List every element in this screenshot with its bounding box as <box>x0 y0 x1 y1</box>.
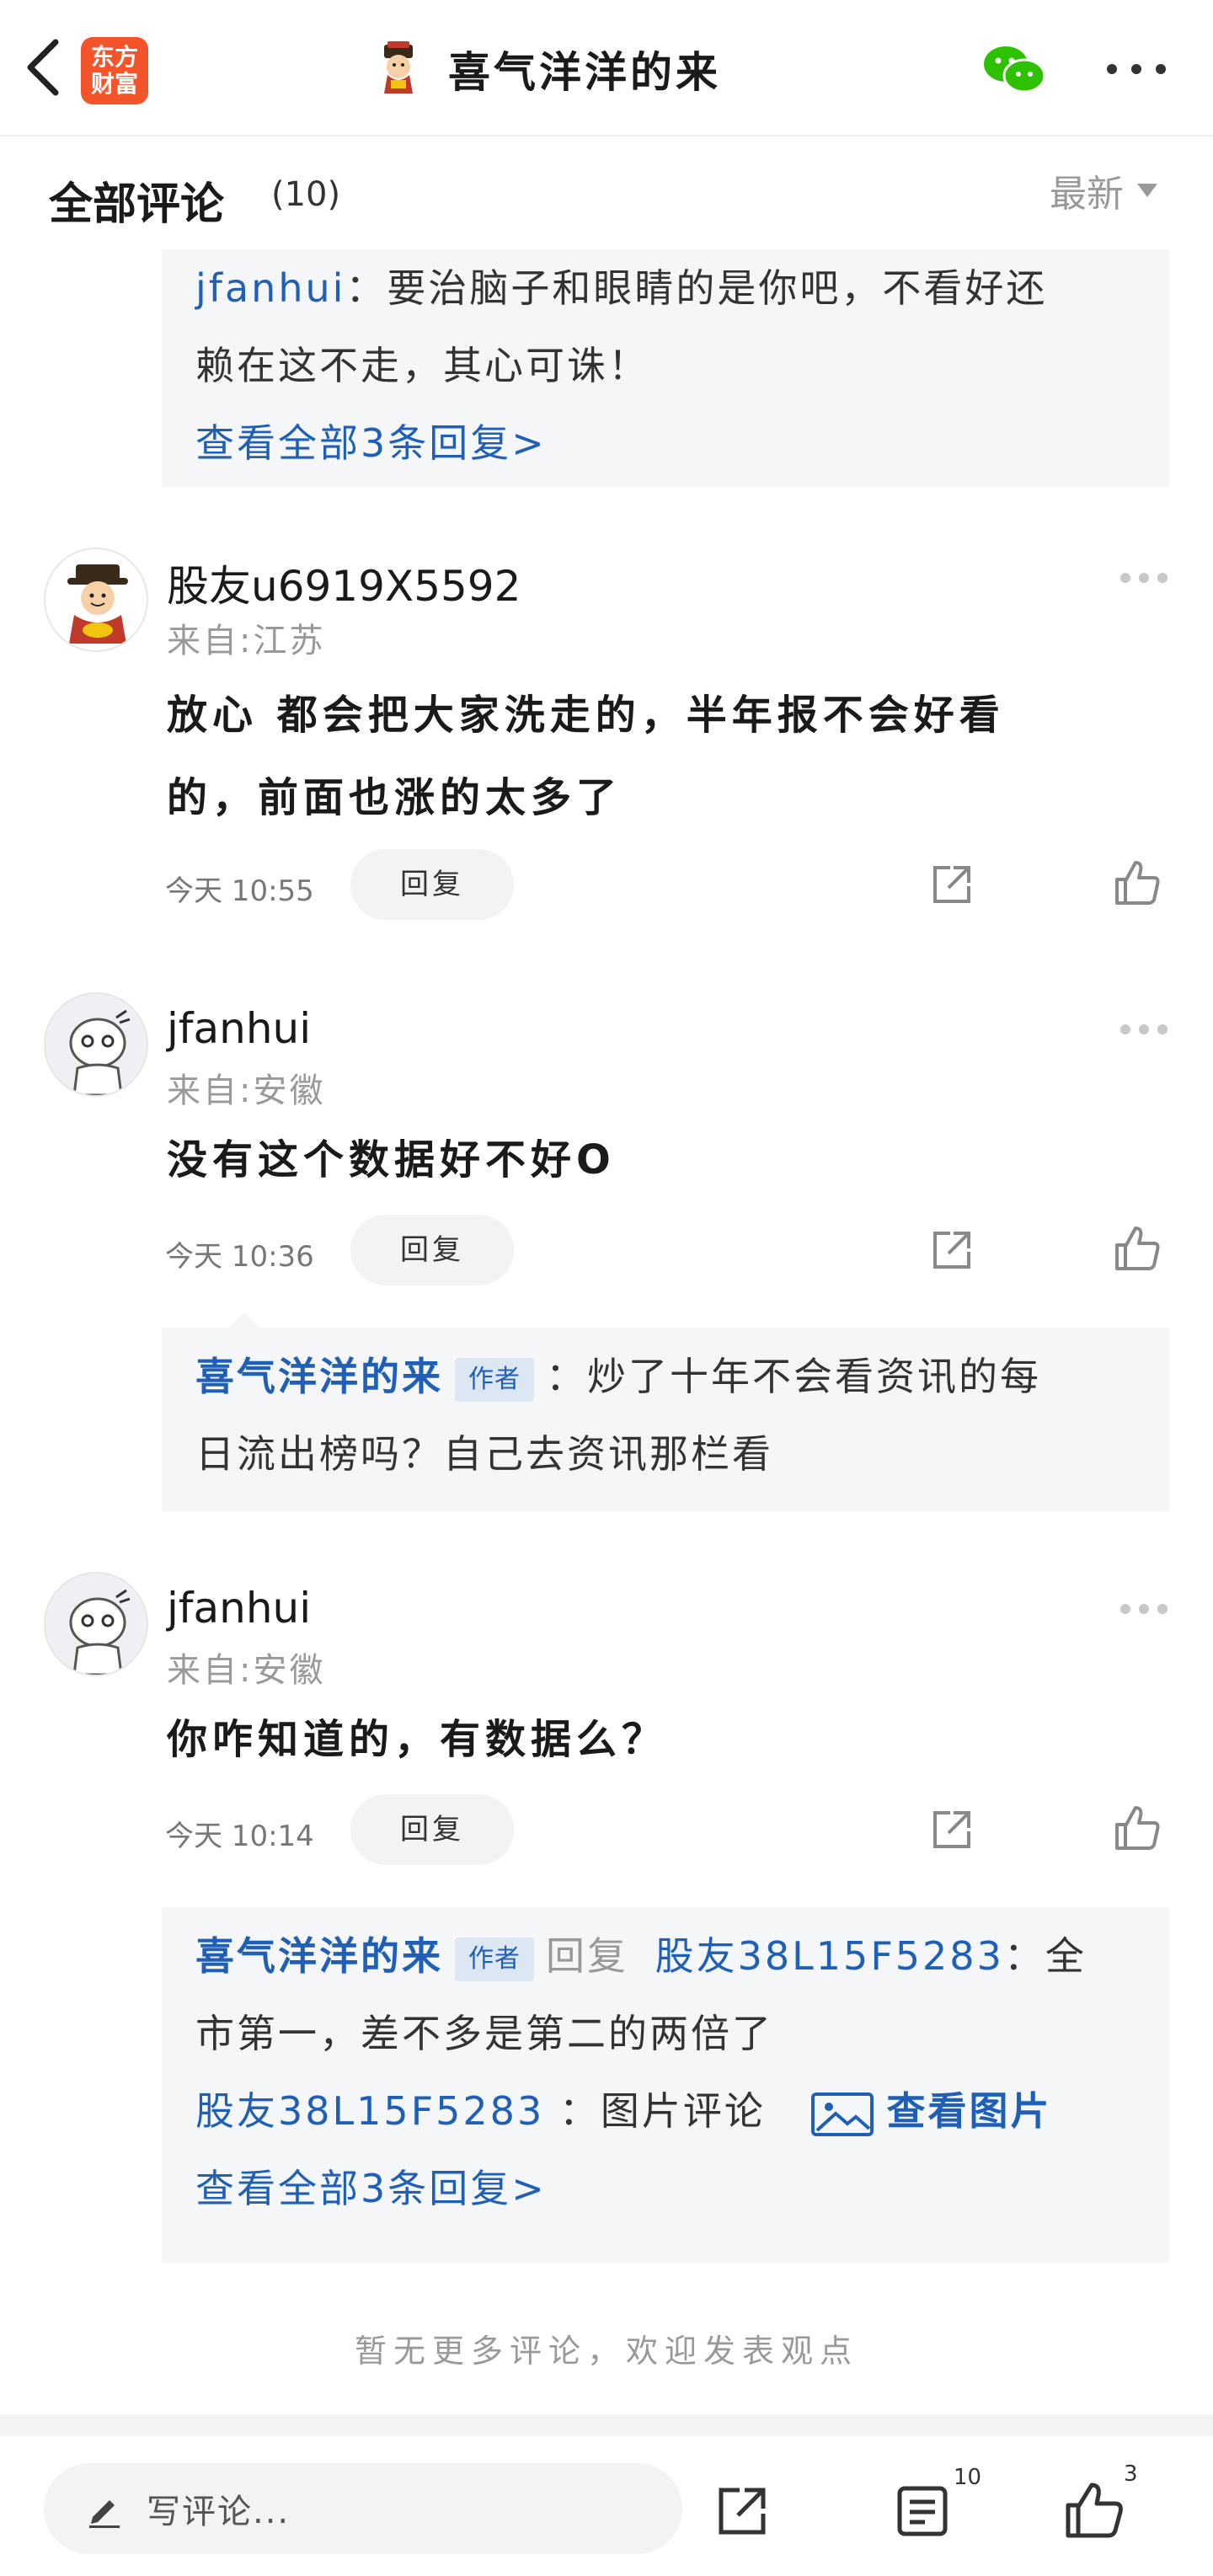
section-title: 全部评论 <box>49 179 225 230</box>
top-nav-bar: 东方 财富 喜气洋洋的来 <box>0 0 1213 136</box>
share-icon[interactable] <box>928 1806 975 1853</box>
reply-target-username[interactable]: 股友38L15F5283 <box>655 1933 1004 1979</box>
pencil-icon <box>89 2500 120 2528</box>
reply-username[interactable]: jfanhui <box>195 265 345 311</box>
no-more-comments-text: 暂无更多评论，欢迎发表观点 <box>354 2333 858 2370</box>
view-all-replies-link[interactable]: 查看全部3条回复> <box>195 404 1136 482</box>
view-all-replies-link[interactable]: 查看全部3条回复> <box>195 2150 1136 2227</box>
comment-input-placeholder: 写评论... <box>147 2493 291 2531</box>
reply-username[interactable]: 股友38L15F5283 <box>195 2088 544 2134</box>
reply-caret <box>229 1312 259 1328</box>
comment-text-line: 你咋知道的，有数据么？ <box>167 1716 668 1763</box>
comment-location: 来自:江苏 <box>167 622 326 660</box>
comment-input[interactable]: 写评论... <box>44 2463 682 2554</box>
reply-item: 喜气洋洋的来 作者 ：炒了十年不会看资讯的每 <box>195 1338 1136 1415</box>
comment-text: 放心 都会把大家洗走的，半年报不会好看 的，前面也涨的太多了 <box>167 674 1144 839</box>
reply-thread: jfanhui：要治脑子和眼睛的是你吧，不看好还 赖在这不走，其心可诛！ 查看全… <box>162 249 1169 487</box>
comment-item: 股友u6919X5592 来自:江苏 放心 都会把大家洗走的，半年报不会好看 的… <box>0 539 1213 943</box>
author-badge: 作者 <box>455 1357 534 1402</box>
author-badge: 作者 <box>455 1937 534 1981</box>
reply-text-continued: 赖在这不走，其心可诛！ <box>195 343 649 388</box>
share-icon[interactable] <box>928 861 975 908</box>
reply-username[interactable]: 喜气洋洋的来 <box>195 1933 443 1979</box>
reply-username[interactable]: 喜气洋洋的来 <box>195 1354 443 1399</box>
comment-count: (10) <box>271 175 341 214</box>
comments-section-header: 全部评论 (10) 最新 <box>0 138 1213 253</box>
cartoon-avatar-icon <box>45 994 147 1095</box>
comment-list-icon[interactable] <box>895 2483 950 2539</box>
image-icon[interactable] <box>810 2092 874 2137</box>
sort-label: 最新 <box>1050 173 1124 216</box>
reply-text: ：图片评论 <box>558 2088 766 2134</box>
reply-button[interactable]: 回复 <box>350 1794 514 1865</box>
comment-more-icon[interactable] <box>1120 1024 1168 1036</box>
logo-line1: 东方 <box>90 43 138 71</box>
back-arrow-icon[interactable] <box>19 34 69 101</box>
reply-item: jfanhui：要治脑子和眼睛的是你吧，不看好还 <box>195 249 1136 327</box>
comment-text: 你咋知道的，有数据么？ <box>167 1698 1144 1781</box>
reply-text-continued: 市第一，差不多是第二的两倍了 <box>195 2011 773 2056</box>
wechat-share-icon[interactable] <box>981 42 1048 98</box>
reply-word: 回复 <box>546 1933 628 1979</box>
cartoon-avatar-icon <box>45 1574 147 1675</box>
comment-text-line: 的，前面也涨的太多了 <box>167 774 623 821</box>
thumbs-up-icon[interactable] <box>1114 859 1161 906</box>
avatar[interactable] <box>44 548 148 652</box>
comment-time: 今天 10:36 <box>165 1240 314 1274</box>
share-icon[interactable] <box>928 1227 975 1274</box>
comment-text: 没有这个数据好不好O <box>167 1119 1144 1201</box>
god-of-wealth-avatar-icon <box>384 41 413 94</box>
divider <box>0 2414 1213 2436</box>
comment-item: jfanhui 来自:安徽 没有这个数据好不好O 今天 10:36 回复 喜气洋… <box>0 991 1213 1513</box>
bottom-action-bar: 写评论... 10 3 <box>0 2436 1213 2576</box>
comment-item: jfanhui 来自:安徽 你咋知道的，有数据么？ 今天 10:14 回复 喜气… <box>0 1570 1213 2269</box>
comment-username[interactable]: 股友u6919X5592 <box>167 553 521 613</box>
reply-text-continued: 日流出榜吗？自己去资讯那栏看 <box>195 1431 773 1477</box>
like-count-badge: 3 <box>1124 2461 1138 2487</box>
logo-line2: 财富 <box>90 70 138 98</box>
comment-location: 来自:安徽 <box>167 1072 326 1110</box>
avatar[interactable] <box>44 992 148 1097</box>
page-title-group: 喜气洋洋的来 <box>371 34 721 104</box>
reply-button[interactable]: 回复 <box>350 1215 514 1285</box>
comment-count-badge: 10 <box>954 2465 982 2490</box>
comment-username[interactable]: jfanhui <box>167 1584 311 1633</box>
more-options-icon[interactable] <box>1107 59 1166 79</box>
god-of-wealth-avatar-icon <box>45 549 147 650</box>
comment-text-line: 放心 都会把大家洗走的，半年报不会好看 <box>167 692 1005 739</box>
thumbs-up-icon[interactable] <box>1063 2480 1124 2541</box>
comment-time: 今天 10:14 <box>165 1820 314 1853</box>
reply-text: ：要治脑子和眼睛的是你吧，不看好还 <box>345 265 1048 311</box>
reply-thread: 喜气洋洋的来 作者 ：炒了十年不会看资讯的每 日流出榜吗？自己去资讯那栏看 <box>162 1312 1169 1511</box>
reply-text: ：炒了十年不会看资讯的每 <box>546 1354 1041 1399</box>
avatar[interactable] <box>44 1572 148 1676</box>
sort-dropdown[interactable]: 最新 <box>1050 163 1157 217</box>
comment-more-icon[interactable] <box>1120 1604 1168 1616</box>
comment-location: 来自:安徽 <box>167 1651 326 1690</box>
comment-more-icon[interactable] <box>1120 573 1168 585</box>
reply-item: 喜气洋洋的来 作者 回复 股友38L15F5283：全 <box>195 1917 1136 1995</box>
app-logo[interactable]: 东方 财富 <box>81 37 148 104</box>
thumbs-up-icon[interactable] <box>1114 1225 1161 1272</box>
share-icon[interactable] <box>714 2483 770 2539</box>
thumbs-up-icon[interactable] <box>1114 1804 1161 1852</box>
comment-time: 今天 10:55 <box>165 874 314 908</box>
page-title: 喜气洋洋的来 <box>448 48 721 97</box>
reply-button[interactable]: 回复 <box>350 849 514 920</box>
comment-text-line: 没有这个数据好不好O <box>167 1136 616 1184</box>
comment-username[interactable]: jfanhui <box>167 1004 311 1053</box>
reply-text: ：全 <box>1003 1933 1087 1979</box>
reply-item: 股友38L15F5283 ：图片评论 查看图片 <box>195 2072 1136 2150</box>
reply-thread: 喜气洋洋的来 作者 回复 股友38L15F5283：全 市第一，差不多是第二的两倍了… <box>162 1907 1169 2263</box>
view-image-link[interactable]: 查看图片 <box>886 2088 1051 2134</box>
chevron-down-icon <box>1137 184 1157 197</box>
